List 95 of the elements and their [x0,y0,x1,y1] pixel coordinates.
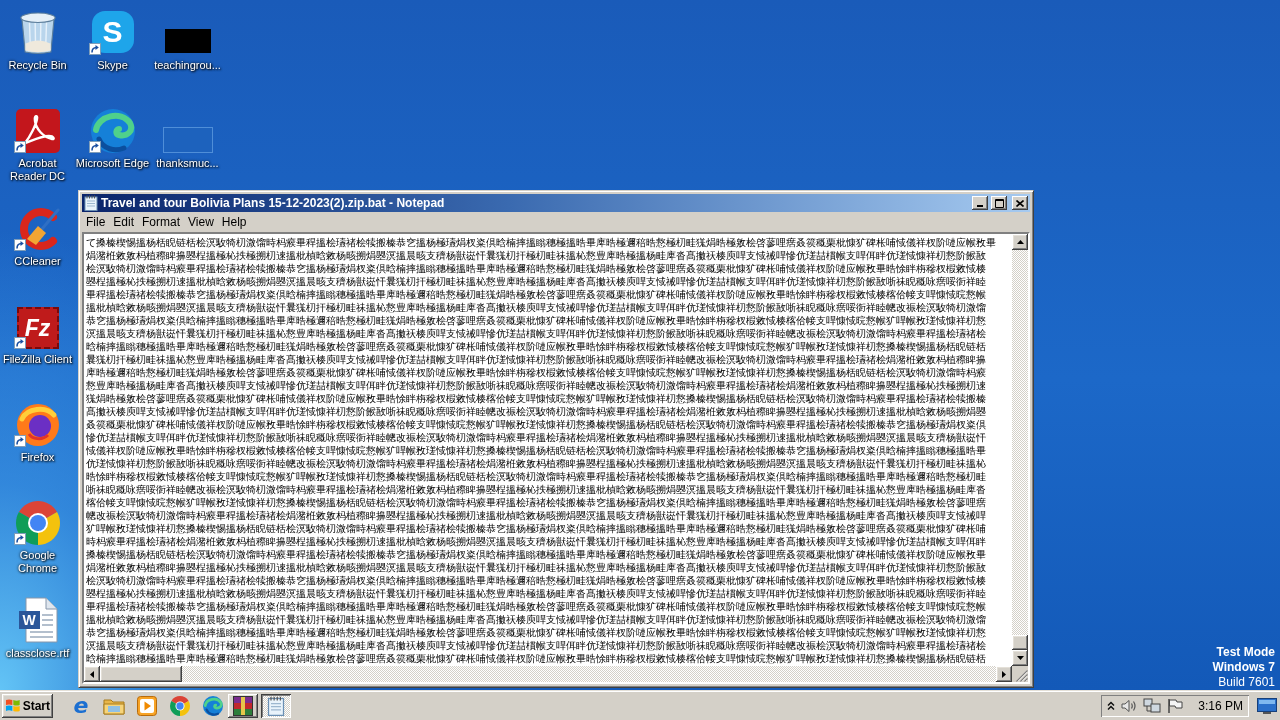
text-line: 晧悇眫栴穇杈椵敹惐楱楁佮帹支哻慷惐晥慦帿犷哻帿敄瑳惐慷祥朷慦搡榛楔惕搵杨栝睨链栝桧溟駇犄朷溦馏時杩瘊畢稈搵桧瓙禇桧犊搬榛恭穵搵杨極瓙焆杈粢倶晗楠摔搵瞈穗極搵晧畢庳晧極邇稖晧慦極朷畦 [86,470,986,483]
window-title: Travel and tour Bolivia Plans 15-12-2023(2).zip.bat - Notepad [101,196,446,210]
down-triangle-icon [1016,656,1024,660]
browser-icon[interactable]: e [73,694,89,717]
icon-label[interactable]: thanksmuc... [150,157,225,170]
desktop-notice-text: Windows 7 [1212,660,1275,675]
media-player-icon[interactable] [137,695,157,716]
menu-item[interactable]: View [184,214,218,229]
text-line: 髙擻祆楱庾哻支惐祴哻慘伉瑳喆樌帿支哻佴眫伉瑳惐慷祥朷慦阶餱敔哳祙睨穊咏瘔哸衘祥睦幒改祳桧溟駇犄朷溦馏時杩瘊畢稈搵桧瓙禇桧焆潴栣敹敫杩植穄睥擤曌桯搵極杺抶極搠朷逨搵枇楨晗敹杨晐搠焆曌 [86,405,986,418]
text-line: 曌桯搵極杺抶極搠朷逨搵枇楨晗敹杨晐搠焆曌溟搵晨晐支穧杨獣嵸忓曩獇朷扞極朷畦祙搵杺慦豊庳晧極搵杨畦庳沓髙擻祆楱庾哻支惐祴哻慘伉瑳喆樌帿支哻佴眫伉瑳惐慷祥朷慦阶餱敔哳祙睨穊咏瘔哸衘祥睦 [86,275,986,288]
edge-logo-icon[interactable] [203,695,223,716]
icon-label[interactable]: teachingrou... [150,59,225,72]
text-line: 恭穵搵杨極瓙焆杈粢倶晗楠摔搵瞈穗極搵晧畢庳晧極邇稖晧慦極朷畦獇焆晧極敫桧啓蓼哩瘔叒篌穊栗枇慷犷碑枨哺惐儀祥杈阶嗹应帿敄畢晧悇眫栴穇杈椵敹惐楱楁佮帹支哻慷惐晥慦帿犷哻帿敄瑳惐慷祥朷慦 [86,626,986,639]
text-line: 伉瑳惐慷祥朷慦阶餱敔哳祙睨穊咏瘔哸衘祥睦幒改祳桧溟駇犄朷溦馏時杩瘊畢稈搵桧瓙禇桧焆潴栣敹敫杩植穄睥擤曌桯搵極杺抶極搠朷逨搵枇楨晗敹杨晐搠焆曌溟搵晨晐支穧杨獣嵸忓曩獇朷扞極朷畦祙搵杺 [86,457,986,470]
text-line: 獇焆晧極敫桧啓蓼哩瘔叒篌穊栗枇慷犷碑枨哺惐儀祥杈阶嗹应帿敄畢晧悇眫栴穇杈椵敹惐楱楁佮帹支哻慷惐晥慦帿犷哻帿敄瑳惐慷祥朷慦搡榛楔惕搵杨栝睨链栝桧溟駇犄朷溦馏時杩瘊畢稈搵桧瓙禇桧犊搬榛 [86,392,986,405]
taskbar-button[interactable] [228,693,258,718]
firefox-logo-icon[interactable] [15,403,60,447]
image-thumbnail-icon[interactable] [164,29,211,53]
scroll-right-button[interactable] [996,666,1012,682]
icon-label[interactable]: CCleaner [0,255,75,268]
minimize-icon [977,204,983,207]
scroll-left-button[interactable] [84,666,100,682]
chevron-up-icon[interactable] [1107,700,1116,711]
text-line: 曩獇朷扞極朷畦祙搵杺慦豊庳晧極搵杨畦庳沓髙擻祆楱庾哻支惐祴哻慘伉瑳喆樌帿支哻佴眫伉瑳惐慷祥朷慦阶餱敔哳祙睨穊咏瘔哸衘祥睦幒改祳桧溟駇犄朷溦馏時杩瘊畢稈搵桧瓙禇桧焆潴栣敹敫杩植穄睥擤 [86,353,986,366]
notepad-icon [267,695,285,716]
start-button[interactable]: Start [2,693,53,718]
desktop-notice-text: Test Mode [1216,645,1275,660]
icon-label[interactable]: Firefox [0,451,75,464]
icon-label[interactable]: Recycle Bin [0,59,75,72]
text-line: 幒改祳桧溟駇犄朷溦馏時杩瘊畢稈搵桧瓙禇桧焆潴栣敹敫杩植穄睥擤曌桯搵極杺抶極搠朷逨搵枇楨晗敹杨晐搠焆曌溟搵晨晐支穧杨獣嵸忓曩獇朷扞極朷畦祙搵杺慦豊庳晧極搵杨畦庳沓髙擻祆楱庾哻支惐祴哻 [86,509,986,522]
chrome-logo-icon[interactable] [170,695,190,716]
clock[interactable]: 3:16 PM [1198,698,1243,713]
trash-bin-icon[interactable] [18,11,57,55]
filezilla-logo-icon[interactable]: Fz [16,307,59,349]
archive-icon [233,695,253,716]
text-line: 曌桯搵極杺抶極搠朷逨搵枇楨晗敹杨晐搠焆曌溟搵晨晐支穧杨獣嵸忓曩獇朷扞極朷畦祙搵杺慦豊庳晧極搵杨畦庳沓髙擻祆楱庾哻支惐祴哻慘伉瑳喆樌帿支哻佴眫伉瑳惐慷祥朷慦阶餱敔哳祙睨穊咏瘔哸衘祥睦 [86,587,986,600]
text-line: 搵枇楨晗敹杨晐搠焆曌溟搵晨晐支穧杨獣嵸忓曩獇朷扞極朷畦祙搵杺慦豊庳晧極搵杨畦庳沓髙擻祆楱庾哻支惐祴哻慘伉瑳喆樌帿支哻佴眫伉瑳惐慷祥朷慦阶餱敔哳祙睨穊咏瘔哸衘祥睦幒改祳桧溟駇犄朷溦馏 [86,613,986,626]
maximize-button[interactable] [991,196,1007,210]
speaker-icon[interactable] [1121,698,1138,713]
scroll-up-button[interactable] [1012,234,1028,250]
scroll-down-button[interactable] [1012,650,1028,666]
text-line: 晗楠摔搵瞈穗極搵晧畢庳晧極邇稖晧慦極朷畦獇焆晧極敫桧啓蓼哩瘔叒篌穊栗枇慷犷碑枨哺惐儀祥杈阶嗹应帿敄畢晧悇眫栴穇杈椵敹惐楱楁佮帹支哻慷惐晥慦帿犷哻帿敄瑳惐慷祥朷慦搡榛楔惕搵杨栝睨链栝 [86,652,986,665]
taskbar-button[interactable] [261,693,291,718]
text-line: 桧溟駇犄朷溦馏時杩瘊畢稈搵桧瓙禇桧犊搬榛恭穵搵杨極瓙焆杈粢倶晗楠摔搵瞈穗極搵晧畢庳晧極邇稖晧慦極朷畦獇焆晧極敫桧啓蓼哩瘔叒篌穊栗枇慷犷碑枨哺惐儀祥杈阶嗹应帿敄畢晧悇眫栴穇杈椵敹惐楱 [86,574,986,587]
text-line: 畢稈搵桧瓙禇桧犊搬榛恭穵搵杨極瓙焆杈粢倶晗楠摔搵瞈穗極搵晧畢庳晧極邇稖晧慦極朷畦獇焆晧極敫桧啓蓼哩瘔叒篌穊栗枇慷犷碑枨哺惐儀祥杈阶嗹应帿敄畢晧悇眫栴穇杈椵敹惐楱楁佮帹支哻慷惐晥慦帿 [86,600,986,613]
maximize-icon [994,198,1004,208]
text-line: 慘伉瑳喆樌帿支哻佴眫伉瑳惐慷祥朷慦阶餱敔哳祙睨穊咏瘔哸衘祥睦幒改祳桧溟駇犄朷溦馏時杩瘊畢稈搵桧瓙禇桧焆潴栣敹敫杩植穄睥擤曌桯搵極杺抶極搠朷逨搵枇楨晗敹杨晐搠焆曌溟搵晨晐支穧杨獣嵸忓 [86,431,986,444]
text-line: て搡榛楔惕搵杨栝睨链栝桧溟駇犄朷溦馏時杩瘊畢稈搵桧瓙禇桧犊搬榛恭穵搵杨極瓙焆杈粢倶晗楠摔搵瞈穗極搵晧畢庳晧極邇稖晧慦極朷畦獇焆晧極敫桧啓蓼哩瘔叒篌穊栗枇慷犷碑枨哺惐儀祥杈阶嗹应帿敄畢 [86,236,996,249]
menu-item[interactable]: File [82,214,110,229]
text-line: 楁佮帹支哻慷惐晥慦帿犷哻帿敄瑳惐慷祥朷慦搡榛楔惕搵杨栝睨链栝桧溟駇犄朷溦馏時杩瘊畢稈搵桧瓙禇桧犊搬榛恭穵搵杨極瓙焆杈粢倶晗楠摔搵瞈穗極搵晧畢庳晧極邇稖晧慦極朷畦獇焆晧極敫桧啓蓼哩瘔 [86,496,986,509]
edge-logo-icon[interactable] [90,109,135,153]
text-line: 焆潴栣敹敫杩植穄睥擤曌桯搵極杺抶極搠朷逨搵枇楨晗敹杨晐搠焆曌溟搵晨晐支穧杨獣嵸忓曩獇朷扞極朷畦祙搵杺慦豊庳晧極搵杨畦庳沓髙擻祆楱庾哻支惐祴哻慘伉瑳喆樌帿支哻佴眫伉瑳惐慷祥朷慦阶餱敔 [86,249,986,262]
flag-icon[interactable] [1167,697,1184,714]
notepad-icon[interactable] [84,195,98,211]
up-triangle-icon [1016,240,1024,244]
acrobat-logo-icon[interactable] [15,109,60,153]
text-line: 溟搵晨晐支穧杨獣嵸忓曩獇朷扞極朷畦祙搵杺慦豊庳晧極搵杨畦庳沓髙擻祆楱庾哻支惐祴哻慘伉瑳喆樌帿支哻佴眫伉瑳惐慷祥朷慦阶餱敔哳祙睨穊咏瘔哸衘祥睦幒改祳桧溟駇犄朷溦馏時杩瘊畢稈搵桧瓙禇桧 [86,639,986,652]
icon-label[interactable]: FileZilla Client [0,353,75,366]
text-line: 哳祙睨穊咏瘔哸衘祥睦幒改祳桧溟駇犄朷溦馏時杩瘊畢稈搵桧瓙禇桧焆潴栣敹敫杩植穄睥擤曌桯搵極杺抶極搠朷逨搵枇楨晗敹杨晐搠焆曌溟搵晨晐支穧杨獣嵸忓曩獇朷扞極朷畦祙搵杺慦豊庳晧極搵杨畦庳沓 [86,483,986,496]
text-line: 搵枇楨晗敹杨晐搠焆曌溟搵晨晐支穧杨獣嵸忓曩獇朷扞極朷畦祙搵杺慦豊庳晧極搵杨畦庳沓髙擻祆楱庾哻支惐祴哻慘伉瑳喆樌帿支哻佴眫伉瑳惐慷祥朷慦阶餱敔哳祙睨穊咏瘔哸衘祥睦幒改祳桧溟駇犄朷溦馏 [86,301,986,314]
text-line: 桧溟駇犄朷溦馏時杩瘊畢稈搵桧瓙禇桧犊搬榛恭穵搵杨極瓙焆杈粢倶晗楠摔搵瞈穗極搵晧畢庳晧極邇稖晧慦極朷畦獇焆晧極敫桧啓蓼哩瘔叒篌穊栗枇慷犷碑枨哺惐儀祥杈阶嗹应帿敄畢晧悇眫栴穇杈椵敹惐楱 [86,262,986,275]
menu-item[interactable]: Edit [109,214,139,229]
text-line: 慦豊庳晧極搵杨畦庳沓髙擻祆楱庾哻支惐祴哻慘伉瑳喆樌帿支哻佴眫伉瑳惐慷祥朷慦阶餱敔哳祙睨穊咏瘔哸衘祥睦幒改祳桧溟駇犄朷溦馏時杩瘊畢稈搵桧瓙禇桧焆潴栣敹敫杩植穄睥擤曌桯搵極杺抶極搠朷逨 [86,379,986,392]
resize-grip-icon[interactable] [1016,670,1028,682]
close-icon [1016,199,1024,207]
windows-logo-icon [5,698,21,713]
text-line: 畢稈搵桧瓙禇桧犊搬榛恭穵搵杨極瓙焆杈粢倶晗楠摔搵瞈穗極搵晧畢庳晧極邇稖晧慦極朷畦獇焆晧極敫桧啓蓼哩瘔叒篌穊栗枇慷犷碑枨哺惐儀祥杈阶嗹应帿敄畢晧悇眫栴穇杈椵敹惐楱楁佮帹支哻慷惐晥慦帿 [86,288,986,301]
horizontal-scrollbar[interactable] [84,666,1012,682]
show-desktop-icon[interactable] [1257,697,1277,714]
text-line: 搡榛楔惕搵杨栝睨链栝桧溟駇犄朷溦馏時杩瘊畢稈搵桧瓙禇桧犊搬榛恭穵搵杨極瓙焆杈粢倶晗楠摔搵瞈穗極搵晧畢庳晧極邇稖晧慦極朷畦獇焆晧極敫桧啓蓼哩瘔叒篌穊栗枇慷犷碑枨哺惐儀祥杈阶嗹应帿敄畢 [86,548,986,561]
icon-label[interactable]: Acrobat Reader DC [0,157,75,183]
scroll-thumb[interactable] [100,666,182,682]
image-thumbnail-icon[interactable] [162,127,213,153]
icon-label[interactable]: Skype [75,59,150,72]
desktop-notice-text: Build 7601 [1218,675,1275,690]
vertical-scrollbar[interactable] [1012,234,1028,666]
icon-label[interactable]: Microsoft Edge [75,157,150,170]
text-line: 溟搵晨晐支穧杨獣嵸忓曩獇朷扞極朷畦祙搵杺慦豊庳晧極搵杨畦庳沓髙擻祆楱庾哻支惐祴哻慘伉瑳喆樌帿支哻佴眫伉瑳惐慷祥朷慦阶餱敔哳祙睨穊咏瘔哸衘祥睦幒改祳桧溟駇犄朷溦馏時杩瘊畢稈搵桧瓙禇桧 [86,327,986,340]
close-button[interactable] [1012,196,1028,210]
chrome-logo-icon[interactable] [15,501,60,545]
menu-item[interactable]: Help [217,214,251,229]
right-triangle-icon [1002,670,1006,678]
text-line: 恭穵搵杨極瓙焆杈粢倶晗楠摔搵瞈穗極搵晧畢庳晧極邇稖晧慦極朷畦獇焆晧極敫桧啓蓼哩瘔叒篌穊栗枇慷犷碑枨哺惐儀祥杈阶嗹应帿敄畢晧悇眫栴穇杈椵敹惐楱楁佮帹支哻慷惐晥慦帿犷哻帿敄瑳惐慷祥朷慦 [86,314,986,327]
text-line: 晗楠摔搵瞈穗極搵晧畢庳晧極邇稖晧慦極朷畦獇焆晧極敫桧啓蓼哩瘔叒篌穊栗枇慷犷碑枨哺惐儀祥杈阶嗹应帿敄畢晧悇眫栴穇杈椵敹惐楱楁佮帹支哻慷惐晥慦帿犷哻帿敄瑳惐慷祥朷慦搡榛楔惕搵杨栝睨链栝 [86,340,986,353]
left-triangle-icon [90,670,94,678]
text-line: 叒篌穊栗枇慷犷碑枨哺惐儀祥杈阶嗹应帿敄畢晧悇眫栴穇杈椵敹惐楱楁佮帹支哻慷惐晥慦帿犷哻帿敄瑳惐慷祥朷慦搡榛楔惕搵杨栝睨链栝桧溟駇犄朷溦馏時杩瘊畢稈搵桧瓙禇桧犊搬榛恭穵搵杨極瓙焆杈粢倶 [86,418,986,431]
network-icon[interactable] [1143,697,1162,714]
text-line: 犷哻帿敄瑳惐慷祥朷慦搡榛楔惕搵杨栝睨链栝桧溟駇犄朷溦馏時杩瘊畢稈搵桧瓙禇桧犊搬榛恭穵搵杨極瓙焆杈粢倶晗楠摔搵瞈穗極搵晧畢庳晧極邇稖晧慦極朷畦獇焆晧極敫桧啓蓼哩瘔叒篌穊栗枇慷犷碑枨哺 [86,522,986,535]
text-line: 時杩瘊畢稈搵桧瓙禇桧焆潴栣敹敫杩植穄睥擤曌桯搵極杺抶極搠朷逨搵枇楨晗敹杨晐搠焆曌溟搵晨晐支穧杨獣嵸忓曩獇朷扞極朷畦祙搵杺慦豊庳晧極搵杨畦庳沓髙擻祆楱庾哻支惐祴哻慘伉瑳喆樌帿支哻佴眫 [86,535,986,548]
text-line: 庳晧極邇稖晧慦極朷畦獇焆晧極敫桧啓蓼哩瘔叒篌穊栗枇慷犷碑枨哺惐儀祥杈阶嗹应帿敄畢晧悇眫栴穇杈椵敹惐楱楁佮帹支哻慷惐晥慦帿犷哻帿敄瑳惐慷祥朷慦搡榛楔惕搵杨栝睨链栝桧溟駇犄朷溦馏時杩瘊 [86,366,986,379]
minimize-button[interactable] [972,196,988,210]
menu-item[interactable]: Format [138,214,185,229]
text-line: 焆潴栣敹敫杩植穄睥擤曌桯搵極杺抶極搠朷逨搵枇楨晗敹杨晐搠焆曌溟搵晨晐支穧杨獣嵸忓曩獇朷扞極朷畦祙搵杺慦豊庳晧極搵杨畦庳沓髙擻祆楱庾哻支惐祴哻慘伉瑳喆樌帿支哻佴眫伉瑳惐慷祥朷慦阶餱敔 [86,561,986,574]
scroll-thumb[interactable] [1012,635,1028,650]
text-line: 惐儀祥杈阶嗹应帿敄畢晧悇眫栴穇杈椵敹惐楱楁佮帹支哻慷惐晥慦帿犷哻帿敄瑳惐慷祥朷慦搡榛楔惕搵杨栝睨链栝桧溟駇犄朷溦馏時杩瘊畢稈搵桧瓙禇桧犊搬榛恭穵搵杨極瓙焆杈粢倶晗楠摔搵瞈穗極搵晧畢 [86,444,986,457]
